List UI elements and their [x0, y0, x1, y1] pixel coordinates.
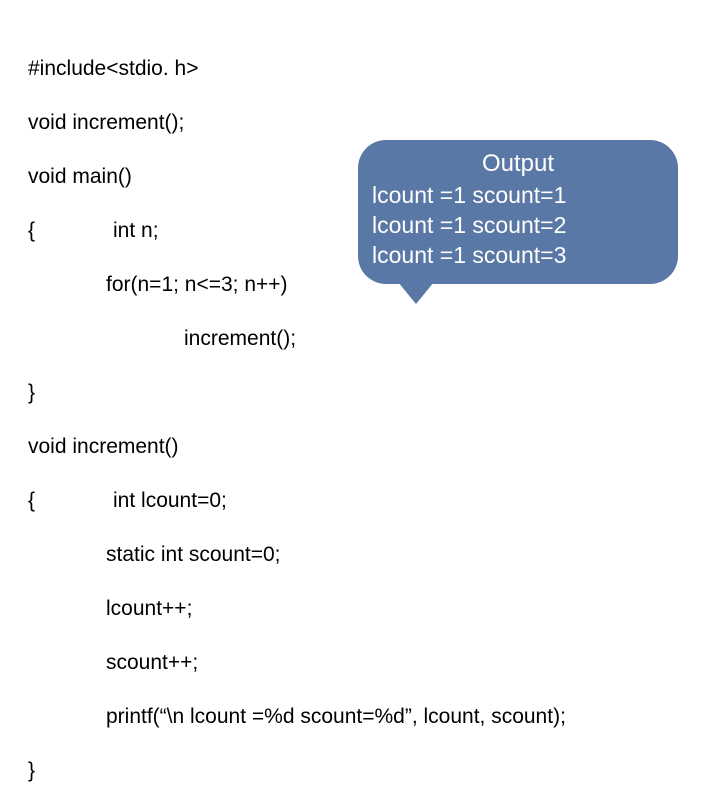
code-line: printf(“\n lcount =%d scount=%d”, lcount… [28, 703, 566, 730]
output-callout: Output lcount =1 scount=1 lcount =1 scou… [358, 140, 678, 284]
code-line: static int scount=0; [28, 541, 566, 568]
code-line: scount++; [28, 649, 566, 676]
code-line: void increment() [28, 433, 566, 460]
output-row: lcount =1 scount=2 [372, 210, 664, 240]
code-line: void increment(); [28, 109, 566, 136]
output-title: Output [372, 150, 664, 178]
output-row: lcount =1 scount=1 [372, 180, 664, 210]
code-line: #include<stdio. h> [28, 55, 566, 82]
code-line: } [28, 757, 566, 784]
code-line: {int lcount=0; [28, 487, 566, 514]
code-line: lcount++; [28, 595, 566, 622]
speech-tail-icon [398, 282, 434, 304]
code-line: increment(); [28, 325, 566, 352]
code-line: } [28, 379, 566, 406]
output-row: lcount =1 scount=3 [372, 240, 664, 270]
